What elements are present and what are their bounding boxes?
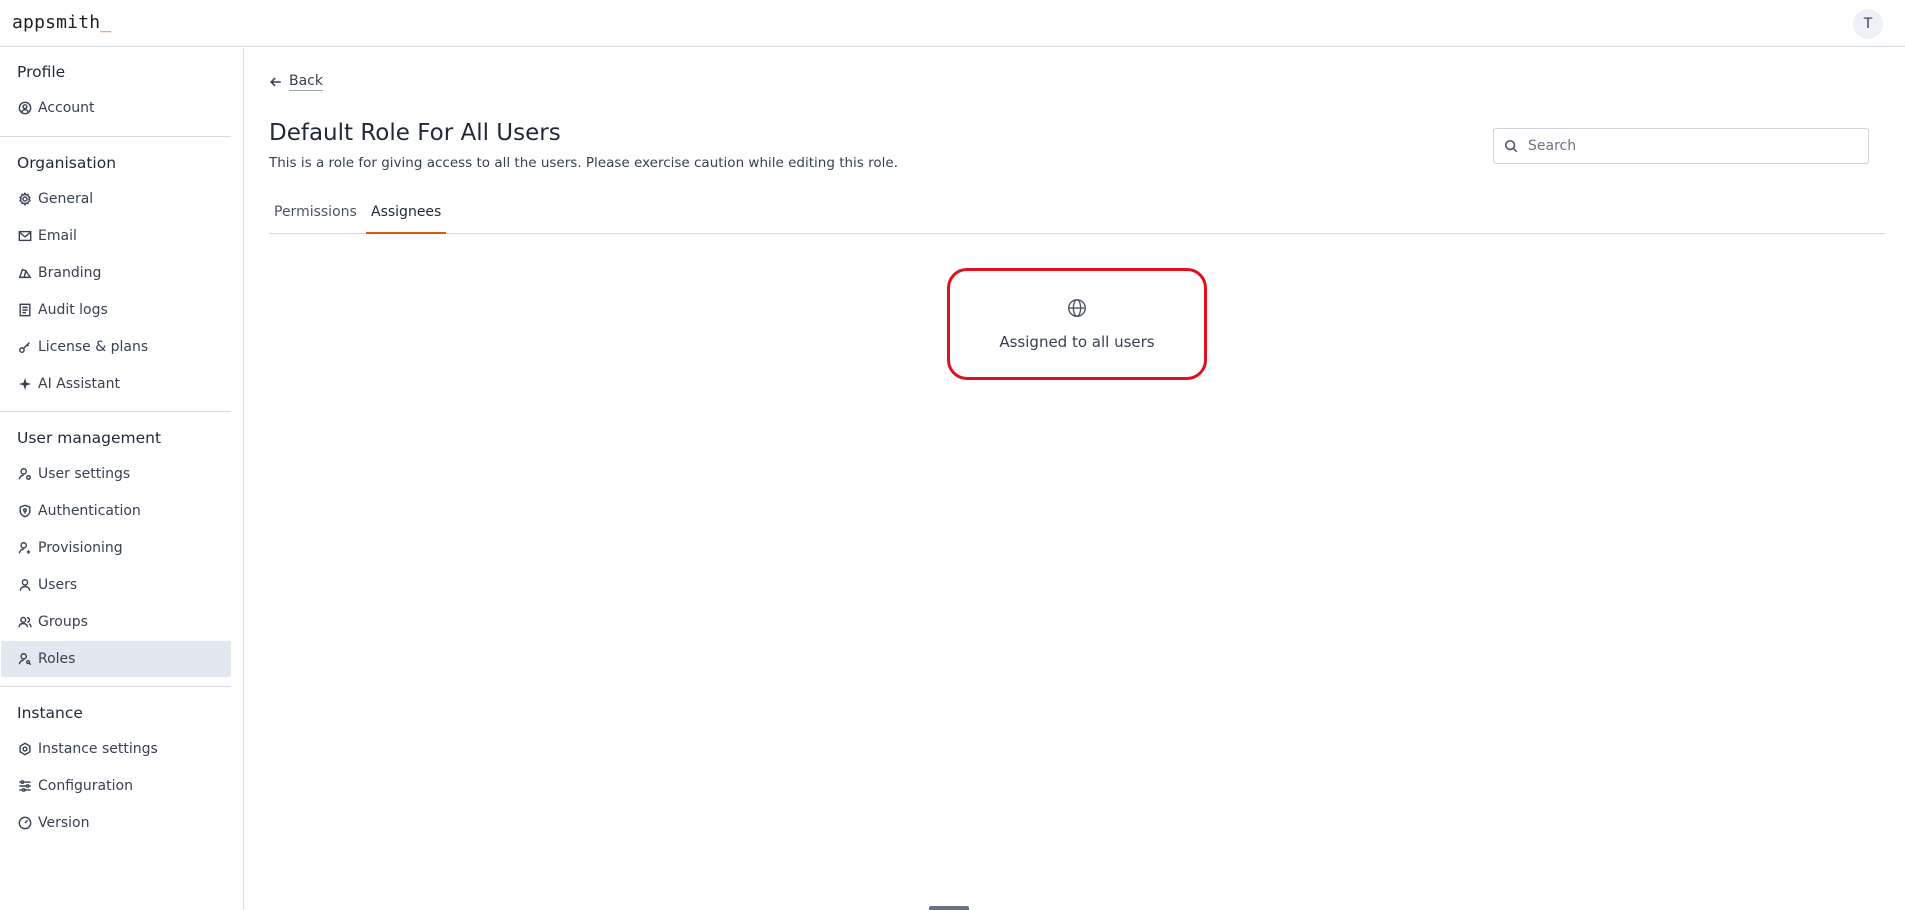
section-title-instance: Instance	[17, 704, 83, 722]
user-avatar[interactable]: T	[1853, 9, 1883, 39]
user-gear-icon	[18, 468, 31, 480]
role-tabs: Permissions Assignees	[269, 194, 1885, 234]
sidebar-item-account[interactable]: Account	[1, 90, 231, 126]
sidebar-item-instance-settings[interactable]: Instance settings	[1, 731, 231, 767]
key-icon	[19, 342, 30, 353]
sidebar-item-email[interactable]: Email	[1, 218, 231, 254]
palette-icon	[18, 268, 32, 279]
sidebar-item-branding[interactable]: Branding	[1, 255, 231, 291]
settings-sidebar: Profile Account Organisation General Ema…	[0, 48, 244, 910]
back-link[interactable]: Back	[269, 73, 323, 91]
search-icon	[1504, 139, 1518, 153]
section-title-profile: Profile	[17, 63, 66, 81]
sidebar-item-authentication[interactable]: Authentication	[1, 493, 231, 529]
user-icon	[19, 579, 31, 591]
tab-permissions[interactable]: Permissions	[269, 194, 362, 234]
user-key-icon	[18, 653, 32, 666]
top-bar: appsmith_ T	[0, 0, 1905, 47]
sidebar-item-general[interactable]: General	[1, 181, 231, 217]
search-input[interactable]	[1526, 137, 1860, 155]
user-sync-icon	[18, 542, 31, 554]
page-description: This is a role for giving access to all …	[269, 155, 898, 171]
gear-icon	[19, 192, 31, 206]
globe-icon	[1068, 299, 1086, 317]
main-content: Back Default Role For All Users This is …	[245, 48, 1905, 910]
file-list-icon	[19, 303, 31, 317]
sidebar-item-user-settings[interactable]: User settings	[1, 456, 231, 492]
sidebar-item-audit-logs[interactable]: Audit logs	[1, 292, 231, 328]
search-box[interactable]	[1493, 128, 1869, 164]
tab-assignees[interactable]: Assignees	[366, 194, 447, 234]
sparkle-icon	[18, 377, 32, 391]
arrow-left-icon	[270, 77, 281, 87]
hexagon-gear-icon	[19, 742, 31, 756]
appsmith-logo[interactable]: appsmith_	[12, 12, 111, 33]
section-title-organisation: Organisation	[17, 154, 117, 172]
scroll-handle[interactable]	[929, 906, 969, 910]
sidebar-item-version[interactable]: Version	[1, 805, 231, 841]
mail-icon	[18, 230, 32, 242]
sidebar-item-ai-assistant[interactable]: AI Assistant	[1, 366, 231, 402]
sidebar-item-license-plans[interactable]: License & plans	[1, 329, 231, 365]
assigned-to-all-users-card: Assigned to all users	[947, 268, 1207, 380]
sidebar-item-users[interactable]: Users	[1, 567, 231, 603]
user-circle-icon	[18, 101, 32, 115]
sidebar-item-roles[interactable]: Roles	[1, 641, 231, 677]
assigned-to-all-users-text: Assigned to all users	[999, 333, 1155, 351]
shield-lock-icon	[19, 504, 31, 518]
section-title-user-management: User management	[17, 429, 162, 447]
sidebar-item-provisioning[interactable]: Provisioning	[1, 530, 231, 566]
group-icon	[18, 616, 32, 628]
gauge-icon	[18, 816, 32, 830]
page-title: Default Role For All Users	[269, 120, 561, 146]
sliders-icon	[19, 780, 31, 792]
sidebar-item-configuration[interactable]: Configuration	[1, 768, 231, 804]
sidebar-item-groups[interactable]: Groups	[1, 604, 231, 640]
